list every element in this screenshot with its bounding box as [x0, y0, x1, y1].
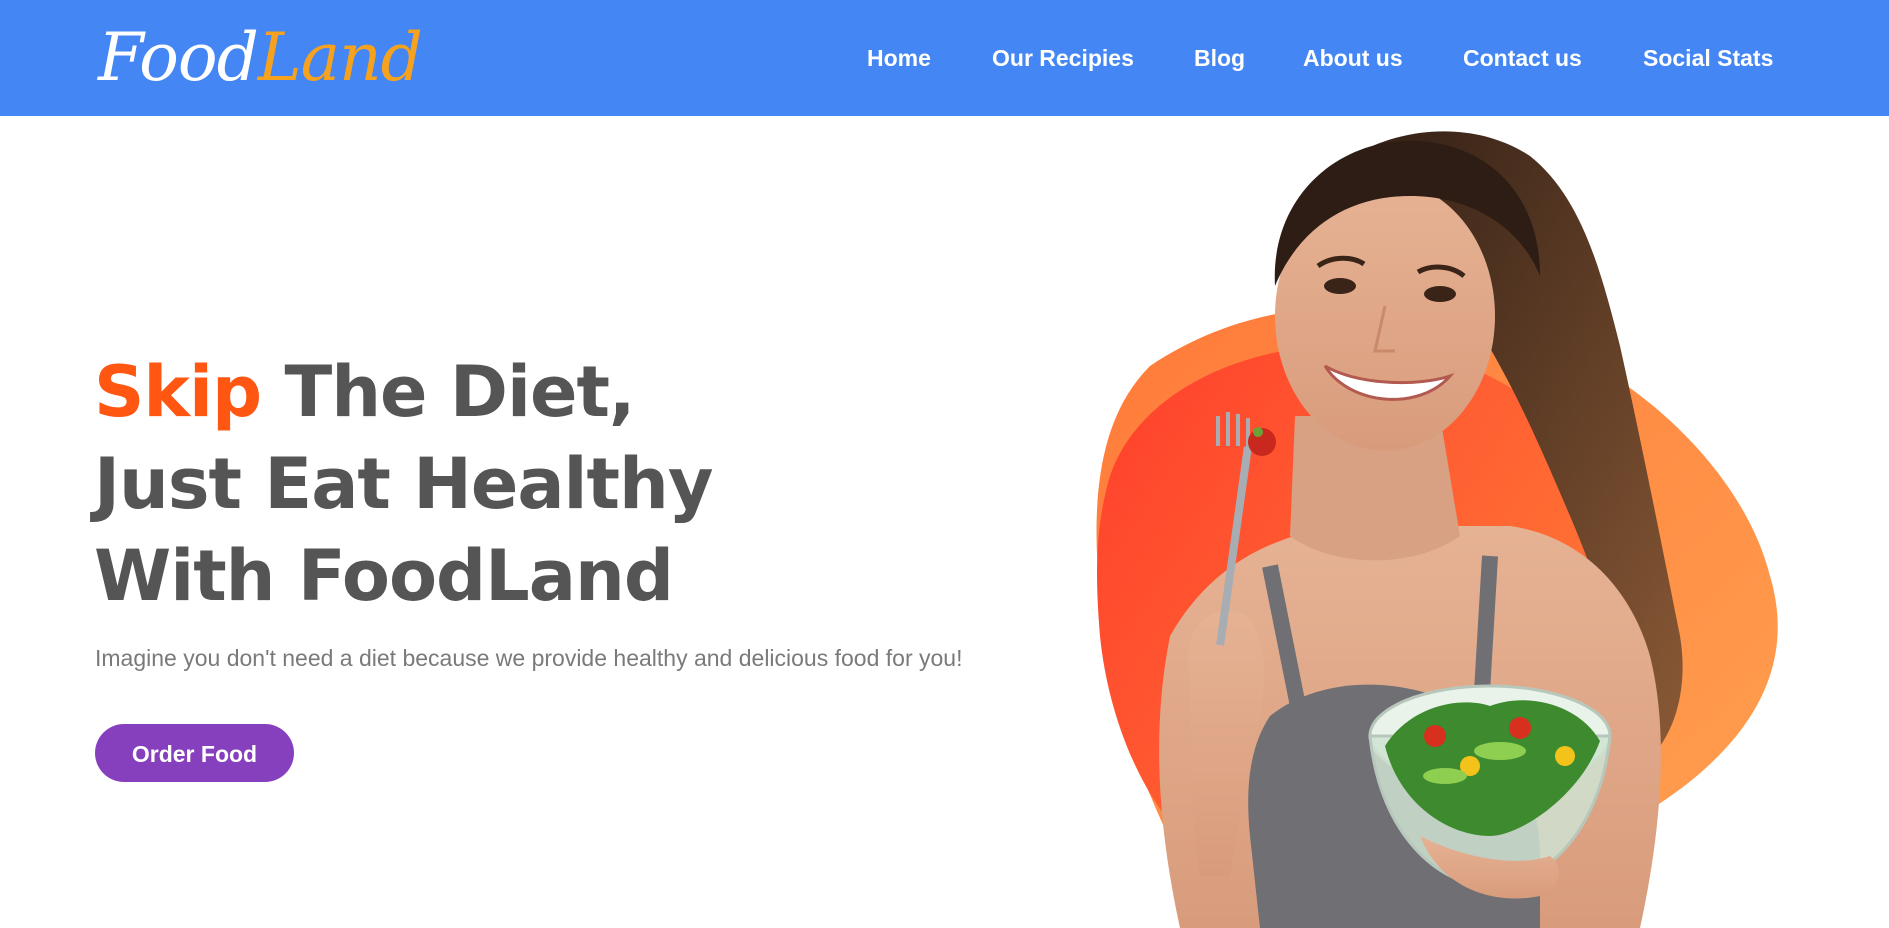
hero-headline: Skip The Diet, Just Eat Healthy With Foo…	[94, 346, 713, 622]
headline-accent-word: Skip	[94, 351, 262, 433]
order-food-button[interactable]: Order Food	[95, 724, 294, 782]
main-nav: Home Our Recipies Blog About us Contact …	[0, 0, 1889, 116]
hero-image	[1040, 116, 1889, 928]
nav-link-social-stats[interactable]: Social Stats	[1643, 44, 1773, 72]
nav-link-contact[interactable]: Contact us	[1463, 44, 1582, 72]
headline-line-1: Skip The Diet,	[94, 346, 712, 438]
headline-line-1-rest: The Diet,	[261, 351, 635, 433]
headline-line-3: With FoodLand	[94, 535, 674, 617]
woman-eating-salad-photo-icon	[1096, 131, 1778, 928]
hero-subtitle: Imagine you don't need a diet because we…	[95, 645, 963, 671]
headline-line-2: Just Eat Healthy	[94, 443, 713, 525]
nav-link-blog[interactable]: Blog	[1194, 44, 1245, 72]
nav-link-about[interactable]: About us	[1303, 44, 1403, 72]
nav-link-recipes[interactable]: Our Recipies	[992, 44, 1134, 72]
nav-link-home[interactable]: Home	[867, 44, 931, 72]
navbar: FoodLand Home Our Recipies Blog About us…	[0, 0, 1889, 116]
